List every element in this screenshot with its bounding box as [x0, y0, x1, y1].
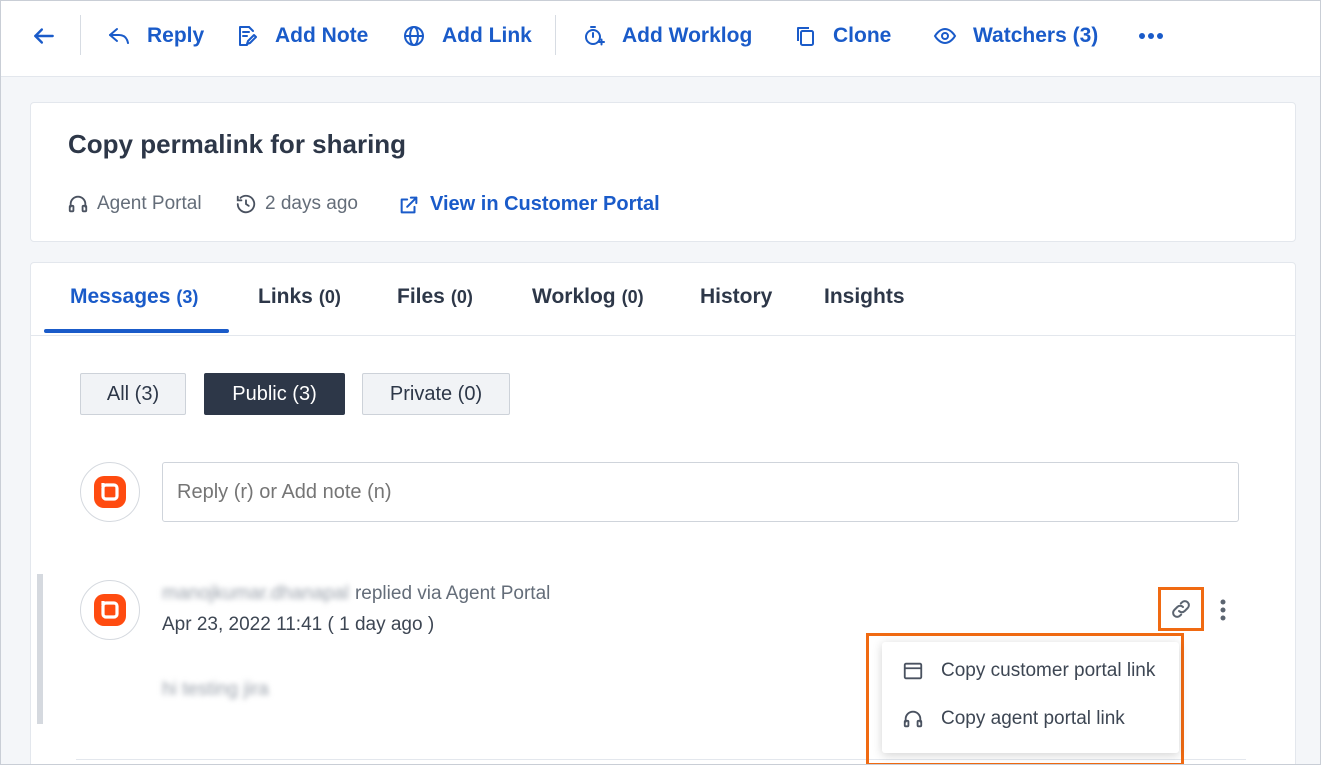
- active-tab-indicator: [44, 329, 229, 333]
- external-link-icon: [400, 196, 418, 213]
- headset-icon: [68, 195, 88, 213]
- page-title: Copy permalink for sharing: [68, 129, 407, 159]
- note-edit-icon: [239, 26, 257, 46]
- browser-window-icon: [903, 662, 923, 680]
- app-window: Reply Add Note Add Link Add Worklog Clon…: [0, 0, 1321, 765]
- globe-icon: [404, 26, 424, 46]
- brand-logo-icon: [94, 594, 126, 626]
- message-body: hi testing jira: [162, 679, 269, 700]
- avatar: [80, 580, 140, 640]
- tab-messages[interactable]: Messages (3): [70, 285, 198, 309]
- eye-icon: [933, 27, 957, 45]
- message-timestamp: Apr 23, 2022 11:41 ( 1 day ago ): [162, 614, 435, 635]
- copy-icon: [797, 27, 814, 46]
- add-worklog-label: Add Worklog: [622, 24, 753, 47]
- reply-input[interactable]: [162, 462, 1239, 522]
- filter-all-button[interactable]: All (3): [80, 373, 186, 415]
- add-note-label: Add Note: [275, 24, 369, 47]
- more-vertical-icon: [1220, 599, 1226, 621]
- watchers-button[interactable]: Watchers (3): [933, 19, 1098, 53]
- avatar: [80, 462, 140, 522]
- toolbar-divider: [80, 15, 81, 55]
- back-button[interactable]: [29, 21, 59, 51]
- tab-count: (0): [450, 287, 473, 307]
- time-meta: 2 days ago: [235, 193, 358, 215]
- filter-private-button[interactable]: Private (0): [362, 373, 510, 415]
- author-name: manojkumar.dhanapal: [162, 583, 349, 604]
- message-author-line: manojkumar.dhanapal replied via Agent Po…: [162, 583, 550, 605]
- tab-history[interactable]: History: [700, 285, 772, 309]
- copy-agent-label: Copy agent portal link: [941, 708, 1125, 729]
- channel-label: Agent Portal: [97, 193, 202, 214]
- history-icon: [236, 194, 256, 214]
- add-link-label: Add Link: [442, 24, 532, 47]
- time-label: 2 days ago: [265, 193, 358, 214]
- tab-label: Links: [258, 285, 313, 308]
- tab-files[interactable]: Files (0): [397, 285, 473, 309]
- tab-count: (0): [318, 287, 341, 307]
- tab-insights[interactable]: Insights: [824, 285, 905, 309]
- clone-button[interactable]: Clone: [793, 19, 891, 53]
- reply-via-label: replied via Agent Portal: [354, 583, 551, 604]
- tab-label: Insights: [824, 285, 905, 308]
- add-worklog-button[interactable]: Add Worklog: [582, 19, 752, 53]
- view-in-customer-portal-link[interactable]: View in Customer Portal: [398, 193, 660, 216]
- tab-label: Files: [397, 285, 445, 308]
- brand-logo-icon: [94, 476, 126, 508]
- add-link-button[interactable]: Add Link: [402, 19, 532, 53]
- add-note-button[interactable]: Add Note: [235, 19, 368, 53]
- message-indicator-bar: [37, 574, 43, 724]
- tab-label: Worklog: [532, 285, 616, 308]
- message-more-button[interactable]: [1209, 595, 1237, 625]
- copy-agent-portal-link-item[interactable]: Copy agent portal link: [902, 704, 1125, 734]
- copy-customer-label: Copy customer portal link: [941, 660, 1156, 681]
- toolbar-divider: [555, 15, 556, 55]
- channel-meta: Agent Portal: [67, 193, 202, 215]
- tab-count: (3): [176, 287, 199, 307]
- reply-button[interactable]: Reply: [107, 19, 204, 53]
- copy-link-dropdown: Copy customer portal link Copy agent por…: [882, 642, 1179, 753]
- tab-count: (0): [621, 287, 644, 307]
- reply-icon: [109, 28, 129, 44]
- more-horizontal-icon: [1139, 33, 1163, 39]
- tab-label: Messages: [70, 285, 171, 308]
- headset-icon: [903, 710, 923, 728]
- tab-bar: Messages (3) Links (0) Files (0) Worklog (0)…: [31, 263, 1295, 336]
- filter-public-button[interactable]: Public (3): [204, 373, 345, 415]
- timer-plus-icon: [585, 26, 605, 46]
- arrow-left-icon: [34, 28, 54, 44]
- ticket-header-card: Copy permalink for sharing Agent Portal …: [30, 102, 1296, 242]
- link-icon: [1172, 600, 1190, 618]
- tab-links[interactable]: Links (0): [258, 285, 341, 309]
- tab-label: History: [700, 285, 773, 308]
- toolbar: Reply Add Note Add Link Add Worklog Clon…: [1, 1, 1320, 77]
- copy-customer-portal-link-item[interactable]: Copy customer portal link: [902, 656, 1155, 686]
- watchers-label: Watchers (3): [973, 24, 1099, 47]
- tab-worklog[interactable]: Worklog (0): [532, 285, 644, 309]
- clone-label: Clone: [833, 24, 892, 47]
- reply-label: Reply: [147, 24, 205, 47]
- view-link-label: View in Customer Portal: [430, 193, 660, 215]
- more-actions-button[interactable]: [1135, 21, 1167, 51]
- copy-permalink-button[interactable]: [1158, 587, 1204, 631]
